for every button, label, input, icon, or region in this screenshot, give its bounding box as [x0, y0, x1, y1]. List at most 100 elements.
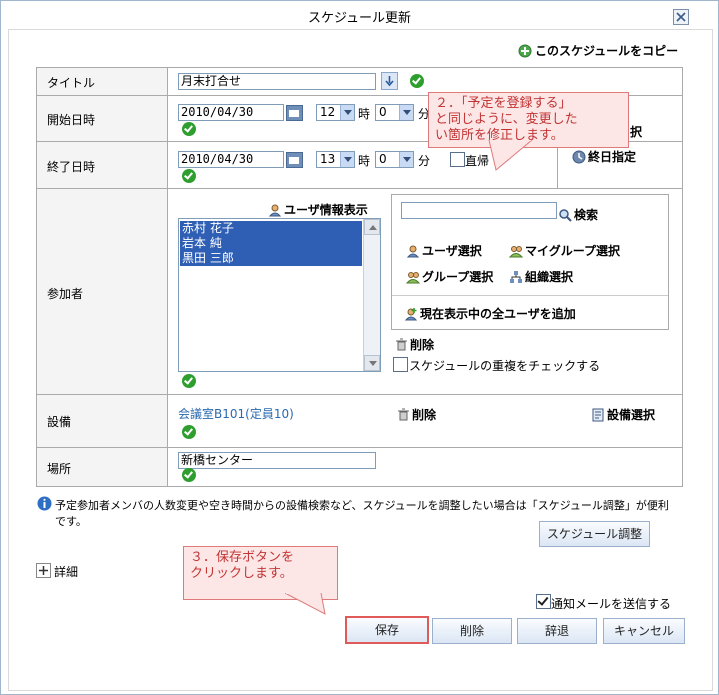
start-hour-select[interactable]: 12 — [316, 104, 355, 121]
equipment-icon — [592, 408, 604, 421]
callout-step3-line: クリックします。 — [190, 566, 293, 581]
start-date-input[interactable]: 2010/04/30 — [178, 104, 284, 121]
end-minute-value: 0 — [379, 152, 387, 166]
decline-button[interactable]: 辞退 — [517, 618, 597, 644]
equipment-value[interactable]: 会議室B101(定員10) — [178, 405, 294, 422]
title-dropdown-button[interactable] — [381, 72, 398, 90]
check-icon — [182, 468, 196, 482]
cancel-button[interactable]: キャンセル — [603, 618, 685, 644]
day-select-fragment[interactable]: 択 — [630, 123, 642, 140]
close-icon — [676, 12, 686, 22]
check-icon — [182, 122, 196, 136]
allday-label: 終日指定 — [588, 150, 637, 164]
end-label: 終了日時 — [47, 160, 96, 174]
schedule-adjust-button[interactable]: スケジュール調整 — [539, 521, 650, 547]
search-label: 検索 — [574, 208, 599, 222]
expand-details-icon[interactable] — [36, 563, 51, 578]
check-icon — [410, 74, 424, 88]
info-text: 予定参加者メンバの人数変更や空き時間からの設備検索など、スケジュールを調整したい… — [55, 499, 669, 512]
org-select-label: 組織選択 — [525, 270, 574, 284]
clock-icon — [572, 150, 586, 163]
dialog-titlebar: スケジュール更新 — [1, 1, 718, 31]
user-icon — [406, 245, 420, 257]
scroll-down-icon[interactable] — [364, 355, 380, 371]
add-copy-icon — [518, 44, 532, 57]
title-input[interactable]: 月末打合せ — [178, 73, 376, 90]
org-select-button[interactable]: 組織選択 — [509, 268, 573, 285]
search-button[interactable]: 検索 — [558, 206, 598, 223]
equipment-delete-button[interactable]: 削除 — [397, 406, 436, 423]
info-text-cont: です。 — [55, 515, 87, 528]
callout-step3-line: ３．保存ボタンを — [190, 550, 295, 565]
callout-step3: ３．保存ボタンを クリックします。 — [183, 546, 338, 600]
allday-button[interactable]: 終日指定 — [572, 148, 636, 165]
equipment-select-button[interactable]: 設備選択 — [591, 406, 655, 423]
equipment-delete-label: 削除 — [412, 408, 437, 422]
add-all-users-button[interactable]: 現在表示中の全ユーザを追加 — [404, 305, 576, 322]
check-icon — [182, 425, 196, 439]
details-link[interactable]: 詳細 — [54, 563, 78, 580]
user-info-show-link[interactable]: ユーザ情報表示 — [268, 201, 368, 218]
mygroup-select-button[interactable]: マイグループ選択 — [509, 242, 620, 259]
group-icon — [406, 271, 420, 283]
arrow-down-icon — [385, 76, 394, 87]
notify-mail-label: 通知メールを送信する — [551, 597, 672, 611]
organization-icon — [510, 270, 522, 283]
trash-icon — [398, 408, 409, 421]
group-select-label: グループ選択 — [422, 270, 494, 284]
end-date-input[interactable]: 2010/04/30 — [178, 151, 284, 168]
scroll-up-icon[interactable] — [364, 219, 380, 235]
hour-unit: 時 — [358, 107, 371, 121]
participants-scrollbar[interactable] — [363, 219, 380, 371]
calendar-icon[interactable] — [286, 105, 303, 121]
copy-schedule-link[interactable]: このスケジュールをコピー — [518, 42, 678, 59]
equipment-label: 設備 — [47, 415, 72, 429]
minute-unit: 分 — [418, 154, 431, 168]
delete-button[interactable]: 削除 — [432, 618, 512, 644]
check-icon — [182, 169, 196, 183]
direct-return-checkbox[interactable] — [450, 152, 465, 167]
close-button[interactable] — [673, 9, 689, 25]
group-select-button[interactable]: グループ選択 — [406, 268, 493, 285]
info-icon — [37, 496, 52, 514]
check-icon — [182, 374, 196, 388]
title-label: タイトル — [47, 76, 96, 90]
participants-delete-button[interactable]: 削除 — [395, 336, 434, 353]
start-minute-value: 0 — [379, 105, 387, 119]
add-users-icon — [404, 307, 418, 320]
list-item[interactable]: 岩本 純 — [180, 236, 362, 251]
participants-label: 参加者 — [47, 287, 84, 301]
search-icon — [559, 208, 572, 222]
callout-step2-line: ２．「予定を登録する」 — [435, 96, 572, 111]
participants-list[interactable]: 赤村 花子 岩本 純 黒田 三郎 — [178, 218, 381, 372]
calendar-icon[interactable] — [286, 152, 303, 168]
equipment-select-label: 設備選択 — [607, 408, 656, 422]
end-hour-select[interactable]: 13 — [316, 151, 355, 168]
start-label: 開始日時 — [47, 113, 96, 127]
search-input[interactable] — [401, 202, 557, 219]
save-button[interactable]: 保存 — [345, 616, 429, 644]
end-minute-select[interactable]: 0 — [375, 151, 414, 168]
direct-return-label: 直帰 — [465, 154, 490, 168]
callout-step3-pointer — [285, 593, 326, 615]
dialog-title: スケジュール更新 — [307, 11, 412, 26]
start-minute-select[interactable]: 0 — [375, 104, 414, 121]
group-icon — [509, 245, 523, 257]
user-info-show-label: ユーザ情報表示 — [284, 203, 368, 217]
participants-delete-label: 削除 — [410, 338, 435, 352]
hour-unit: 時 — [358, 154, 371, 168]
trash-icon — [396, 338, 407, 351]
duplicate-check-label: スケジュールの重複をチェックする — [409, 359, 601, 373]
add-all-users-label: 現在表示中の全ユーザを追加 — [420, 307, 576, 321]
mygroup-select-label: マイグループ選択 — [525, 244, 621, 258]
list-item[interactable]: 赤村 花子 — [180, 221, 362, 236]
user-select-label: ユーザ選択 — [422, 244, 482, 258]
list-item[interactable]: 黒田 三郎 — [180, 251, 362, 266]
copy-schedule-label: このスケジュールをコピー — [535, 44, 679, 58]
user-select-button[interactable]: ユーザ選択 — [406, 242, 482, 259]
duplicate-check-checkbox[interactable] — [393, 357, 408, 372]
notify-mail-checkbox[interactable] — [536, 594, 551, 609]
place-label: 場所 — [47, 462, 72, 476]
end-hour-value: 13 — [320, 152, 336, 166]
place-input[interactable]: 新橋センター — [178, 452, 376, 469]
